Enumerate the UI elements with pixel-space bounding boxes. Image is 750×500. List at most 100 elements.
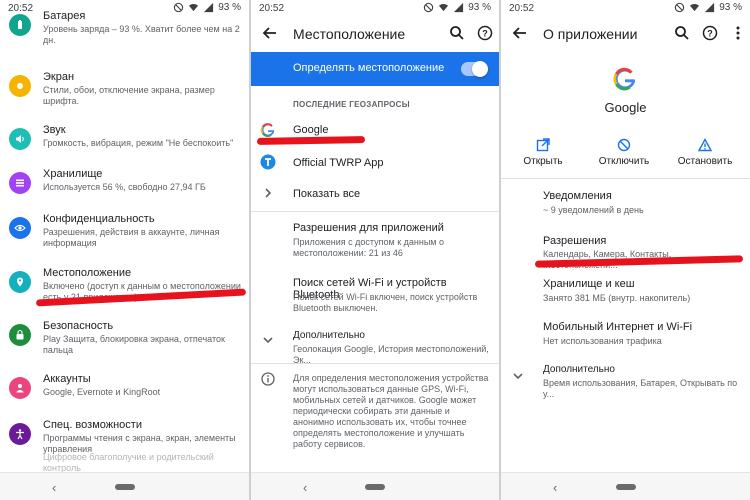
- svg-text:?: ?: [482, 29, 488, 39]
- settings-item-title: Спец. возможности: [43, 419, 142, 431]
- divider: [501, 178, 750, 179]
- settings-item-battery[interactable]: Батарея Уровень заряда – 93 %. Хватит бол…: [0, 2, 249, 62]
- wifi-scan-subtitle: Поиск сетей Wi-Fi включен, поиск устройс…: [293, 292, 478, 313]
- settings-item-lock[interactable]: Безопасность Play Защита, блокировка экра…: [0, 312, 249, 372]
- status-bar: 20:52 93 %: [501, 0, 750, 18]
- recent-app-label: Official TWRP App: [293, 157, 384, 169]
- settings-item-subtitle: Стили, обои, отключение экрана, размер ш…: [43, 85, 215, 106]
- battery-icon: [9, 14, 31, 36]
- app-permissions-title: Разрешения для приложений: [293, 222, 444, 234]
- open-button[interactable]: Открыть: [508, 138, 578, 167]
- more-vert-icon[interactable]: [730, 25, 746, 41]
- google-logo-icon: [613, 67, 636, 91]
- settings-item-subtitle: Google, Evernote и KingRoot: [43, 387, 161, 397]
- location-toggle-row[interactable]: Определять местоположение: [251, 52, 499, 86]
- recent-requests-header: ПОСЛЕДНИЕ ГЕОЗАПРОСЫ: [293, 100, 410, 109]
- battery-percent: 93 %: [468, 2, 491, 13]
- app-name: Google: [604, 100, 647, 115]
- privacy-icon: [9, 217, 31, 239]
- settings-item-subtitle: Play Защита, блокировка экрана, отпечато…: [43, 334, 225, 355]
- nav-bar: ‹: [501, 472, 750, 500]
- status-time: 20:52: [259, 3, 285, 14]
- app-info-screen: 20:52 93 % О приложении ? Google Открыть…: [501, 0, 750, 500]
- app-permissions-subtitle: Приложения с доступом к данным о местопо…: [293, 237, 445, 258]
- settings-item-title: Экран: [43, 71, 75, 83]
- storage-subtitle: Занято 381 МБ (внутр. накопитель): [543, 293, 691, 303]
- svg-text:?: ?: [707, 29, 713, 39]
- google-logo-icon: [260, 123, 275, 138]
- notifications-title: Уведомления: [543, 190, 612, 202]
- battery-percent: 93 %: [719, 2, 742, 13]
- advanced-title: Дополнительно: [543, 364, 615, 375]
- nav-back-icon[interactable]: ‹: [303, 480, 307, 495]
- settings-item-privacy[interactable]: Конфиденциальность Разрешения, действия в…: [0, 205, 249, 265]
- wifi-icon: [439, 3, 449, 12]
- permissions-title: Разрешения: [543, 235, 607, 247]
- nav-bar: ‹: [251, 472, 499, 500]
- app-bar: Местоположение ?: [251, 18, 499, 52]
- settings-item-title: Безопасность: [43, 320, 114, 332]
- wifi-icon: [690, 3, 700, 12]
- settings-item-title: Звук: [43, 124, 66, 136]
- page-title: О приложении: [543, 26, 638, 42]
- settings-item-display[interactable]: Экран Стили, обои, отключение экрана, раз…: [0, 63, 249, 123]
- warning-icon: [698, 138, 712, 152]
- chevron-down-icon: [263, 337, 273, 344]
- settings-item-title: Аккаунты: [43, 373, 91, 385]
- show-all-label: Показать все: [293, 188, 361, 200]
- info-icon: [261, 372, 275, 386]
- open-button-label: Открыть: [523, 156, 563, 167]
- settings-item-title: Конфиденциальность: [43, 213, 155, 225]
- nav-home-pill[interactable]: [114, 484, 135, 490]
- mobile-data-title: Мобильный Интернет и Wi-Fi: [543, 321, 693, 333]
- twrp-app-icon: [260, 154, 276, 170]
- force-stop-button[interactable]: Остановить: [670, 138, 740, 167]
- settings-item-subtitle: Уровень заряда – 93 %. Хватит более чем …: [43, 24, 240, 45]
- settings-item-title: Батарея: [43, 10, 86, 22]
- help-icon[interactable]: ?: [702, 25, 718, 41]
- settings-item-subtitle: Разрешения, действия в аккаунте, личная …: [43, 227, 220, 248]
- divider: [251, 211, 499, 212]
- location-toggle-label: Определять местоположение: [293, 62, 445, 74]
- location-icon: [9, 271, 31, 293]
- nav-home-pill[interactable]: [365, 484, 385, 490]
- location-screen: 20:52 93 % Местоположение ? Определять м…: [251, 0, 499, 500]
- recent-app-label: Google: [293, 124, 329, 136]
- disable-button-label: Отключить: [598, 156, 650, 167]
- nav-bar: ‹: [0, 472, 249, 500]
- location-switch[interactable]: [461, 61, 488, 77]
- notifications-subtitle: ~ 9 уведомлений в день: [543, 205, 644, 215]
- settings-item-subtitle: Громкость, вибрация, режим "Не беспокоит…: [43, 138, 234, 148]
- back-arrow-icon[interactable]: [511, 24, 529, 42]
- dnd-icon: [424, 2, 434, 13]
- nav-back-icon[interactable]: ‹: [553, 480, 557, 495]
- app-bar: О приложении ?: [501, 18, 750, 52]
- status-bar: 20:52 93 %: [251, 0, 499, 18]
- settings-screen: 20:52 93 % Батарея Уровень заряда – 93 %.…: [0, 0, 249, 500]
- advanced-title: Дополнительно: [293, 330, 365, 341]
- storage-title: Хранилище и кеш: [543, 278, 635, 290]
- settings-item-partial: Цифровое благополучие и родительский кон…: [43, 452, 214, 473]
- nav-home-pill[interactable]: [615, 484, 636, 490]
- nav-back-icon[interactable]: ‹: [52, 480, 56, 495]
- back-arrow-icon[interactable]: [261, 24, 279, 42]
- search-icon[interactable]: [674, 25, 690, 41]
- search-icon[interactable]: [449, 25, 465, 41]
- chevron-right-icon: [265, 188, 272, 198]
- signal-icon: [454, 2, 464, 13]
- settings-item-title: Местоположение: [43, 267, 132, 279]
- page-title: Местоположение: [293, 26, 406, 42]
- advanced-subtitle: Время использования, Батарея, Открывать …: [543, 378, 738, 399]
- storage-icon: [9, 172, 31, 194]
- status-time: 20:52: [509, 3, 535, 14]
- settings-item-location[interactable]: Местоположение Включено (доступ к данным …: [0, 259, 249, 319]
- disable-icon: [617, 138, 631, 152]
- help-icon[interactable]: ?: [477, 25, 493, 41]
- disable-button[interactable]: Отключить: [589, 138, 659, 167]
- signal-icon: [705, 2, 715, 13]
- dnd-icon: [675, 2, 685, 13]
- display-icon: [9, 75, 31, 97]
- chevron-down-icon: [513, 373, 523, 380]
- force-stop-button-label: Остановить: [677, 156, 733, 167]
- lock-icon: [9, 324, 31, 346]
